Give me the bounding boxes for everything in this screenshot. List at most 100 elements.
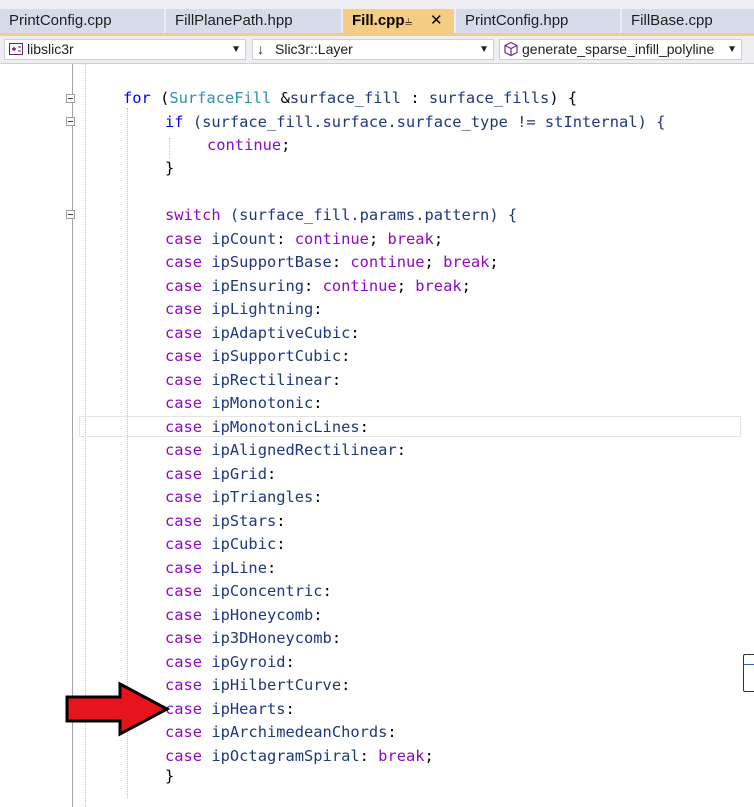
code-line-case: case ipAdaptiveCubic:: [165, 323, 360, 343]
keyword: for: [123, 89, 151, 107]
enum-value: ipAdaptiveCubic: [211, 323, 351, 342]
switch-expression: (surface_fill.params.pattern) {: [220, 206, 518, 224]
punct: ;: [281, 136, 291, 154]
code-line-case: case ipArchimedeanChords:: [165, 722, 397, 742]
case-keyword: case: [165, 276, 203, 295]
enum-value: ipLine: [211, 558, 267, 577]
code-line-case: case ipGrid:: [165, 464, 276, 484]
keyword: continue: [207, 136, 282, 154]
collapse-if-icon[interactable]: [66, 117, 75, 126]
enum-value: ipHoneycomb: [211, 605, 314, 624]
case-keyword: case: [165, 230, 203, 248]
case-keyword: case: [165, 746, 203, 765]
tab-fillplanepath-hpp[interactable]: FillPlanePath.hpp: [166, 9, 341, 33]
keyword: break: [443, 253, 490, 272]
case-tail: :: [313, 300, 323, 319]
type-name: SurfaceFill: [169, 89, 272, 107]
member-dropdown[interactable]: generate_sparse_infill_polyline ▼: [499, 39, 742, 60]
close-icon[interactable]: ✕: [430, 9, 443, 33]
case-tail: :: [396, 441, 406, 460]
code-line-case: case ip3DHoneycomb:: [165, 628, 341, 648]
keyword: if: [165, 113, 184, 131]
enum-value: ipCubic: [211, 535, 277, 554]
tab-printconfig-hpp[interactable]: PrintConfig.hpp: [456, 9, 620, 33]
project-dropdown[interactable]: libslic3r ▼: [4, 39, 246, 60]
case-keyword: case: [165, 558, 203, 577]
enum-value: ipSupportBase: [211, 253, 332, 272]
case-tail: : continue; break;: [304, 276, 471, 295]
collapse-for-icon[interactable]: [66, 94, 75, 103]
enum-value: ipStars: [211, 511, 277, 530]
tab-printconfig-cpp[interactable]: PrintConfig.cpp: [0, 9, 164, 33]
punct: &: [271, 89, 290, 107]
code-line-case: case ipLine:: [165, 558, 276, 578]
punct: (: [150, 89, 170, 107]
case-tail: :: [313, 488, 323, 507]
tab-label: PrintConfig.cpp: [9, 12, 112, 29]
code-line-case: case ipSupportCubic:: [165, 346, 350, 366]
keyword: break: [387, 230, 434, 248]
enum-value: ipEnsuring: [211, 276, 305, 295]
code-line-case: case ipStars:: [165, 511, 286, 531]
case-tail: :: [350, 323, 360, 342]
tab-label: Fill.cpp: [352, 12, 405, 29]
case-tail: : continue; break;: [276, 230, 444, 248]
keyword: switch: [165, 206, 221, 224]
case-tail: :: [331, 629, 342, 648]
code-line-for: for (SurfaceFill &surface_fill : surface…: [123, 88, 577, 108]
chevron-down-icon: ▼: [727, 44, 737, 55]
case-keyword: case: [165, 582, 203, 601]
enum-value: ipArchimedeanChords: [211, 723, 388, 742]
case-keyword: case: [165, 511, 203, 530]
case-tail: :: [266, 464, 277, 483]
case-tail: :: [322, 582, 332, 601]
case-tail: :: [313, 605, 323, 624]
case-tail: :: [341, 676, 351, 695]
code-line-case: case ipConcentric:: [165, 581, 332, 601]
code-line-case: case ipCubic:: [165, 534, 286, 554]
punct: ) {: [549, 89, 578, 107]
scope-dropdown[interactable]: ↓ Slic3r::Layer ▼: [252, 39, 494, 60]
enum-value: ipMonotonic: [211, 394, 314, 413]
chevron-down-icon: ▼: [479, 44, 489, 55]
case-keyword: case: [165, 605, 203, 624]
code-editor[interactable]: for (SurfaceFill &surface_fill : surface…: [0, 64, 754, 807]
case-keyword: case: [165, 441, 203, 460]
project-icon: [9, 43, 23, 55]
enum-value: ipSupportCubic: [211, 347, 342, 366]
code-line-case: case ipLightning:: [165, 299, 323, 319]
code-line-switch: switch (surface_fill.params.pattern) {: [165, 205, 517, 225]
enum-value: ipRectilinear: [211, 370, 332, 389]
case-keyword: case: [165, 347, 203, 366]
code-line-case: case ipOctagramSpiral: break;: [165, 746, 434, 766]
pin-icon[interactable]: ⫨: [405, 9, 412, 33]
tab-fill-cpp[interactable]: Fill.cpp ⫨ ✕: [343, 9, 454, 33]
case-keyword: case: [165, 464, 203, 483]
collapse-switch-icon[interactable]: [66, 210, 75, 219]
condition: (surface_fill.surface.surface_type != st…: [183, 113, 666, 131]
case-keyword: case: [165, 370, 203, 389]
keyword: continue: [322, 276, 397, 295]
enum-value: ip3DHoneycomb: [211, 629, 332, 648]
enum-value: ipAlignedRectilinear: [211, 441, 397, 460]
case-keyword: case: [165, 629, 203, 648]
scrollbar-marker[interactable]: [743, 654, 754, 692]
case-tail: :: [285, 652, 295, 671]
code-line-case: case ipCount: continue; break;: [165, 229, 443, 249]
tab-fillbase-cpp[interactable]: FillBase.cpp: [622, 9, 754, 33]
code-line-if: if (surface_fill.surface.surface_type !=…: [165, 112, 665, 132]
enum-value: ipHearts: [211, 699, 286, 718]
code-line-case: case ipAlignedRectilinear:: [165, 440, 406, 460]
case-tail: :: [359, 417, 369, 436]
code-line-case: case ipEnsuring: continue; break;: [165, 276, 471, 296]
case-keyword: case: [165, 535, 203, 554]
indent-guide: [169, 138, 170, 158]
chevron-down-icon: ▼: [231, 44, 241, 55]
case-keyword: case: [165, 417, 203, 436]
identifier: surface_fill: [289, 89, 402, 107]
scope-name: Slic3r::Layer: [275, 41, 353, 57]
enum-value: ipMonotonicLines: [211, 417, 360, 436]
enum-value: ipGyroid: [211, 652, 286, 671]
code-line-case: case ipMonotonicLines:: [165, 417, 369, 437]
method-cube-icon: [504, 41, 518, 57]
